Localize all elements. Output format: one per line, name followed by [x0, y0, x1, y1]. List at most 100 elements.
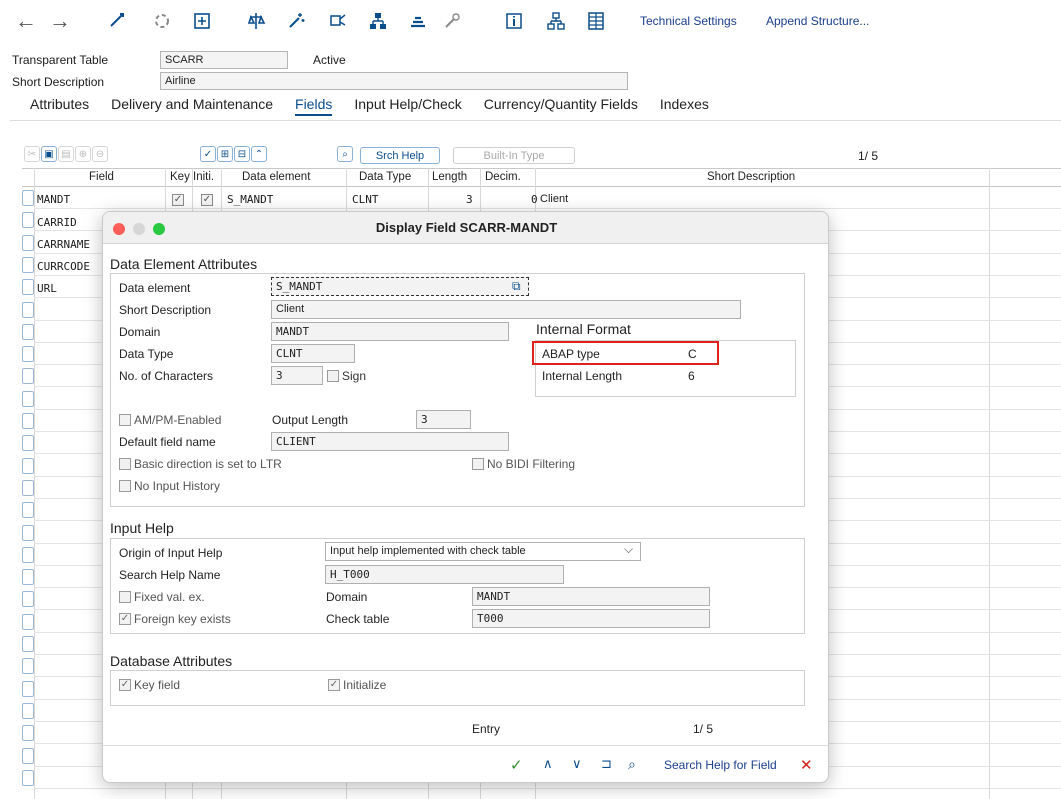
- row-selector[interactable]: [22, 524, 34, 541]
- initialize-checkbox[interactable]: ✓: [328, 679, 340, 691]
- arrow-left-icon[interactable]: ←: [14, 8, 38, 34]
- domain2-field[interactable]: MANDT: [472, 587, 710, 606]
- row-selector[interactable]: [22, 591, 34, 608]
- chevron-up-icon[interactable]: ∧: [543, 756, 553, 772]
- display-change-icon[interactable]: [150, 8, 174, 34]
- double-chevron-up-icon[interactable]: ⌃: [251, 146, 267, 162]
- row-selector[interactable]: [22, 725, 34, 742]
- collapse-icon[interactable]: ⊟: [234, 146, 250, 162]
- tab-currency-quantity[interactable]: Currency/Quantity Fields: [484, 96, 638, 116]
- table-grid-icon[interactable]: [584, 8, 608, 34]
- copy-icon[interactable]: ⧉: [512, 279, 521, 294]
- data-type-field[interactable]: CLNT: [271, 344, 355, 363]
- column-length[interactable]: Length: [432, 171, 467, 183]
- append-structure-button[interactable]: Append Structure...: [766, 14, 869, 28]
- row-selector[interactable]: [22, 256, 34, 273]
- sign-checkbox[interactable]: [327, 370, 339, 382]
- tab-indexes[interactable]: Indexes: [660, 96, 709, 116]
- display-list-icon[interactable]: [406, 8, 430, 34]
- column-key[interactable]: Key: [170, 171, 190, 183]
- row-selector[interactable]: [22, 390, 34, 407]
- origin-select[interactable]: Input help implemented with check table: [325, 542, 641, 561]
- row-selector[interactable]: [22, 747, 34, 764]
- row-selector[interactable]: [22, 502, 34, 519]
- row-selector[interactable]: [22, 457, 34, 474]
- short-description-field[interactable]: Client: [271, 300, 741, 319]
- close-icon[interactable]: ✕: [800, 756, 813, 774]
- search-help-for-field-button[interactable]: Search Help for Field: [664, 758, 777, 772]
- column-field[interactable]: Field: [89, 171, 114, 183]
- cut-icon[interactable]: ✂: [24, 146, 40, 162]
- graphic-icon[interactable]: [440, 8, 464, 34]
- row-field[interactable]: CARRID: [37, 216, 77, 229]
- row-selector[interactable]: [22, 346, 34, 363]
- row-selector[interactable]: [22, 234, 34, 251]
- tab-attributes[interactable]: Attributes: [30, 96, 89, 116]
- row-selector[interactable]: [22, 212, 34, 229]
- row-selector[interactable]: [22, 190, 34, 206]
- column-data-type[interactable]: Data Type: [359, 171, 411, 183]
- ltr-checkbox[interactable]: [119, 458, 131, 470]
- data-element-field[interactable]: S_MANDT: [271, 277, 529, 296]
- where-used-icon[interactable]: ⊐: [601, 756, 612, 772]
- column-decimals[interactable]: Decim.: [485, 171, 521, 183]
- row-selector[interactable]: [22, 680, 34, 697]
- other-object-icon[interactable]: [106, 8, 130, 34]
- row-field[interactable]: CURRCODE: [37, 260, 90, 273]
- no-bidi-checkbox[interactable]: [472, 458, 484, 470]
- where-used-icon[interactable]: [326, 8, 350, 34]
- technical-settings-button[interactable]: Technical Settings: [640, 14, 737, 28]
- row-selector[interactable]: [22, 479, 34, 496]
- activate-icon[interactable]: [190, 8, 214, 34]
- delete-row-icon[interactable]: ⊖: [92, 146, 108, 162]
- confirm-check-icon[interactable]: ✓: [510, 756, 523, 774]
- select-all-icon[interactable]: ✓: [200, 146, 216, 162]
- srch-help-button[interactable]: Srch Help: [360, 147, 440, 164]
- row-selector[interactable]: [22, 636, 34, 652]
- row-selector[interactable]: [22, 435, 34, 452]
- row-selector[interactable]: [22, 323, 34, 340]
- search-icon[interactable]: ⌕: [628, 756, 636, 773]
- row-selector[interactable]: [22, 702, 34, 719]
- magic-wand-icon[interactable]: [284, 8, 308, 34]
- copy-icon[interactable]: ▣: [41, 146, 57, 162]
- structure-icon[interactable]: [544, 8, 568, 34]
- chevron-down-icon[interactable]: ∨: [572, 756, 582, 772]
- row-selector[interactable]: [22, 658, 34, 675]
- no-input-history-checkbox[interactable]: [119, 480, 131, 492]
- row-selector[interactable]: [22, 613, 34, 630]
- insert-row-icon[interactable]: ⊕: [75, 146, 91, 162]
- expand-icon[interactable]: ⊞: [217, 146, 233, 162]
- column-data-element[interactable]: Data element: [242, 171, 310, 183]
- ampm-checkbox[interactable]: [119, 414, 131, 426]
- hierarchy-icon[interactable]: [366, 8, 390, 34]
- info-icon[interactable]: [502, 8, 526, 34]
- row-selector[interactable]: [22, 301, 34, 318]
- column-initial[interactable]: Initi.: [193, 171, 214, 183]
- short-description-field[interactable]: Airline: [160, 72, 628, 90]
- row-selector[interactable]: [22, 279, 34, 296]
- default-field-name-field[interactable]: CLIENT: [271, 432, 509, 451]
- tab-delivery-maintenance[interactable]: Delivery and Maintenance: [111, 96, 273, 116]
- paste-icon[interactable]: ▤: [58, 146, 74, 162]
- row-field[interactable]: URL: [37, 282, 57, 295]
- builtin-type-button[interactable]: Built-In Type: [453, 147, 575, 164]
- row-selector[interactable]: [22, 546, 34, 563]
- table-name-field[interactable]: SCARR: [160, 51, 288, 69]
- check-icon[interactable]: [244, 8, 268, 34]
- fixed-val-checkbox[interactable]: [119, 591, 131, 603]
- num-characters-field[interactable]: 3: [271, 366, 323, 385]
- chevron-down-icon[interactable]: ⌵: [624, 542, 633, 557]
- search-icon[interactable]: ⌕: [337, 146, 353, 162]
- search-help-name-field[interactable]: H_T000: [325, 565, 564, 584]
- row-selector[interactable]: [22, 368, 34, 385]
- row-field[interactable]: CARRNAME: [37, 238, 90, 251]
- column-short-description[interactable]: Short Description: [707, 171, 795, 183]
- row-selector[interactable]: [22, 413, 34, 429]
- key-field-checkbox[interactable]: ✓: [119, 679, 131, 691]
- foreign-key-checkbox[interactable]: ✓: [119, 613, 131, 625]
- domain-field[interactable]: MANDT: [271, 322, 509, 341]
- row-selector[interactable]: [22, 769, 34, 786]
- row-field[interactable]: MANDT: [37, 193, 70, 206]
- row-data-element[interactable]: S_MANDT: [227, 193, 273, 206]
